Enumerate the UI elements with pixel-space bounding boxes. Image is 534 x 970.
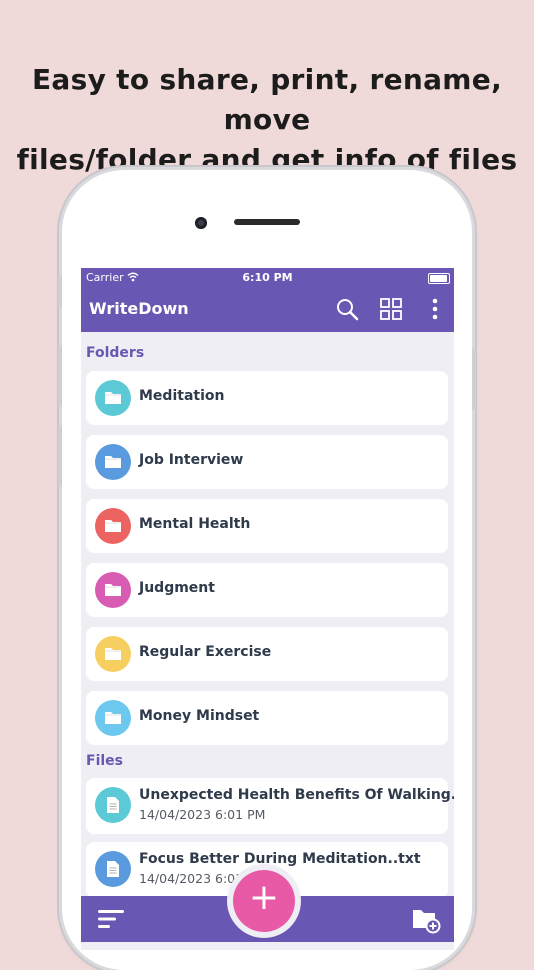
file-name: Unexpected Health Benefits Of Walking.tx… bbox=[139, 787, 454, 803]
app-bar: WriteDown bbox=[81, 288, 454, 332]
folder-item[interactable]: Meditation bbox=[86, 371, 448, 425]
file-date: 14/04/2023 6:01 PM bbox=[139, 807, 266, 822]
front-camera bbox=[195, 217, 207, 229]
add-folder-icon[interactable] bbox=[411, 904, 441, 934]
status-time: 6:10 PM bbox=[242, 271, 293, 284]
headline: Easy to share, print, rename, move files… bbox=[0, 60, 534, 180]
more-vertical-icon[interactable] bbox=[423, 297, 447, 321]
folder-item[interactable]: Money Mindset bbox=[86, 691, 448, 745]
mute-switch bbox=[58, 275, 62, 307]
folder-icon bbox=[95, 572, 131, 608]
file-item[interactable]: Unexpected Health Benefits Of Walking.tx… bbox=[86, 778, 454, 834]
file-icon bbox=[95, 787, 131, 823]
folder-icon bbox=[95, 444, 131, 480]
folder-icon bbox=[95, 380, 131, 416]
plus-icon: + bbox=[248, 877, 280, 918]
status-bar: Carrier 6:10 PM bbox=[81, 268, 454, 288]
sort-icon[interactable] bbox=[97, 908, 125, 930]
headline-line-1: Easy to share, print, rename, move bbox=[31, 63, 503, 136]
folder-item[interactable]: Regular Exercise bbox=[86, 627, 448, 681]
folder-item[interactable]: Job Interview bbox=[86, 435, 448, 489]
folder-name: Regular Exercise bbox=[139, 644, 272, 660]
app-screen: Carrier 6:10 PM WriteDown Folders Medita… bbox=[81, 268, 454, 950]
files-section-label: Files bbox=[86, 753, 123, 769]
folder-name: Judgment bbox=[139, 580, 215, 596]
volume-down-button bbox=[58, 425, 62, 487]
earpiece-speaker bbox=[234, 219, 300, 225]
folder-item[interactable]: Judgment bbox=[86, 563, 448, 617]
folder-name: Job Interview bbox=[139, 452, 244, 468]
battery-icon bbox=[428, 273, 450, 284]
volume-up-button bbox=[58, 345, 62, 407]
folders-section-label: Folders bbox=[86, 345, 145, 361]
folder-item[interactable]: Mental Health bbox=[86, 499, 448, 553]
folder-icon bbox=[95, 508, 131, 544]
folder-icon bbox=[95, 700, 131, 736]
folder-icon bbox=[95, 636, 131, 672]
search-icon[interactable] bbox=[335, 297, 359, 321]
file-icon bbox=[95, 851, 131, 887]
power-button bbox=[472, 348, 476, 410]
folder-name: Money Mindset bbox=[139, 708, 260, 724]
folder-name: Meditation bbox=[139, 388, 225, 404]
add-fab-button[interactable]: + bbox=[233, 870, 295, 932]
folder-name: Mental Health bbox=[139, 516, 251, 532]
app-title: WriteDown bbox=[89, 299, 189, 318]
file-name: Focus Better During Meditation..txt bbox=[139, 851, 421, 867]
grid-view-icon[interactable] bbox=[379, 297, 403, 321]
